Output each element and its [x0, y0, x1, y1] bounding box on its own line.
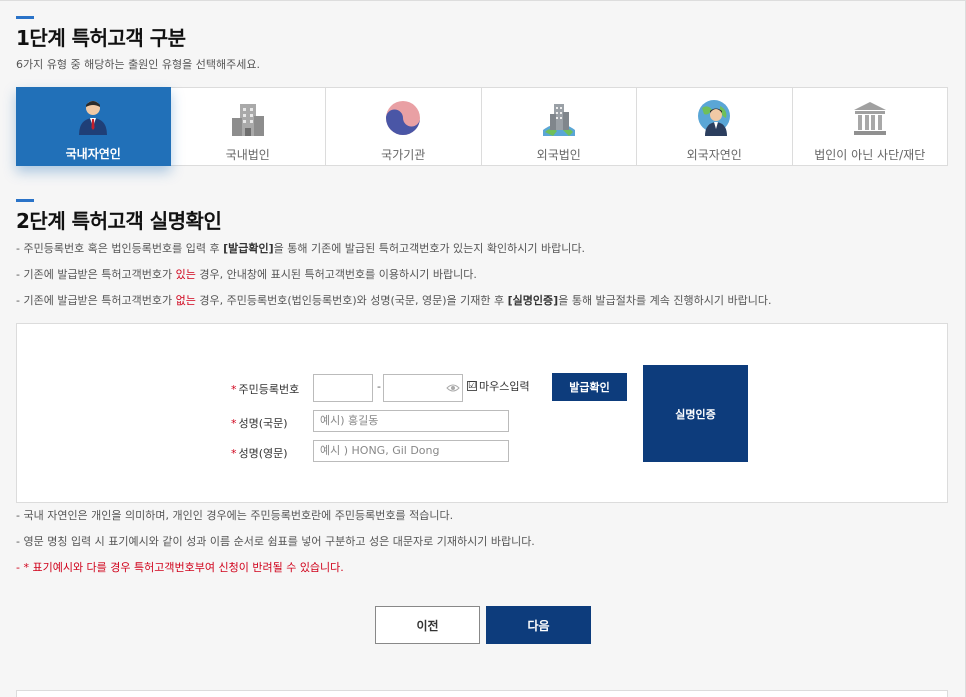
bottom-panel-edge: [16, 690, 948, 697]
step1-subtitle: 6가지 유형 중 해당하는 출원인 유형을 선택해주세요.: [16, 58, 260, 71]
step2-note-1: - 주민등록번호 혹은 법인등록번호를 입력 후 [발급확인]을 통해 기존에 …: [16, 242, 585, 255]
step1-title: 1단계 특허고객 구분: [16, 26, 186, 50]
step2-note-2: - 기존에 발급받은 특허고객번호가 있는 경우, 안내창에 표시된 특허고객번…: [16, 268, 477, 281]
person-icon: [79, 101, 108, 135]
globe-person-icon: [698, 100, 731, 136]
applicant-type-selector: 국내자연인 국내법인 국가기관 외국법인 외국자연인 법인이 아닌 사단/재단: [16, 87, 948, 166]
type-foreign-corporation[interactable]: 외국법인: [482, 88, 637, 165]
step2-title: 2단계 특허고객 실명확인: [16, 209, 222, 233]
eye-icon[interactable]: [446, 383, 460, 393]
rrn-label: * 주민등록번호: [231, 383, 300, 396]
institution-icon: [853, 102, 886, 135]
frame-top: [0, 0, 966, 1]
footnote-warning: - * 표기예시와 다를 경우 특허고객번호부여 신청이 반려될 수 있습니다.: [16, 561, 344, 574]
type-label: 국가기관: [381, 148, 426, 162]
type-non-corporate-association[interactable]: 법인이 아닌 사단/재단: [793, 88, 948, 165]
rrn-dash: -: [377, 380, 381, 393]
verify-name-button[interactable]: 실명인증: [643, 365, 748, 462]
globe-building-icon: [542, 104, 575, 136]
issue-check-button[interactable]: 발급확인: [552, 373, 627, 401]
checkbox-check-icon: ☑: [467, 381, 477, 391]
step2-accent-mark: [16, 199, 34, 202]
type-domestic-corporation[interactable]: 국내법인: [171, 88, 326, 165]
rrn-front-input[interactable]: [313, 374, 373, 402]
footnote-1: - 국내 자연인은 개인을 의미하며, 개인인 경우에는 주민등록번호란에 주민…: [16, 509, 454, 522]
name-en-input[interactable]: 예시 ) HONG, Gil Dong: [313, 440, 509, 462]
type-label: 법인이 아닌 사단/재단: [814, 148, 926, 162]
type-label: 국내자연인: [65, 147, 121, 161]
mouse-input-checkbox[interactable]: ☑ 마우스입력: [467, 378, 530, 394]
name-kr-label: * 성명(국문): [231, 417, 288, 430]
step1-accent-mark: [16, 16, 34, 19]
name-kr-input[interactable]: 예시) 홍길동: [313, 410, 509, 432]
type-label: 외국자연인: [686, 148, 742, 162]
step2-note-3: - 기존에 발급받은 특허고객번호가 없는 경우, 주민등록번호(법인등록번호)…: [16, 294, 772, 307]
prev-button[interactable]: 이전: [375, 606, 480, 644]
taegeuk-icon: [386, 101, 421, 135]
name-en-label: * 성명(영문): [231, 447, 288, 460]
next-button[interactable]: 다음: [486, 606, 591, 644]
building-icon: [231, 104, 264, 136]
type-government-agency[interactable]: 국가기관: [326, 88, 482, 165]
type-label: 국내법인: [225, 148, 270, 162]
footnote-2: - 영문 명칭 입력 시 표기예시와 같이 성과 이름 순서로 쉼표를 넣어 구…: [16, 535, 535, 548]
type-domestic-individual[interactable]: 국내자연인: [16, 87, 171, 166]
identity-form: * 주민등록번호 - ☑ 마우스입력 발급확인 * 성명(국문) 예시) 홍길동 * 성…: [16, 323, 948, 503]
type-label: 외국법인: [536, 148, 581, 162]
type-foreign-individual[interactable]: 외국자연인: [637, 88, 793, 165]
